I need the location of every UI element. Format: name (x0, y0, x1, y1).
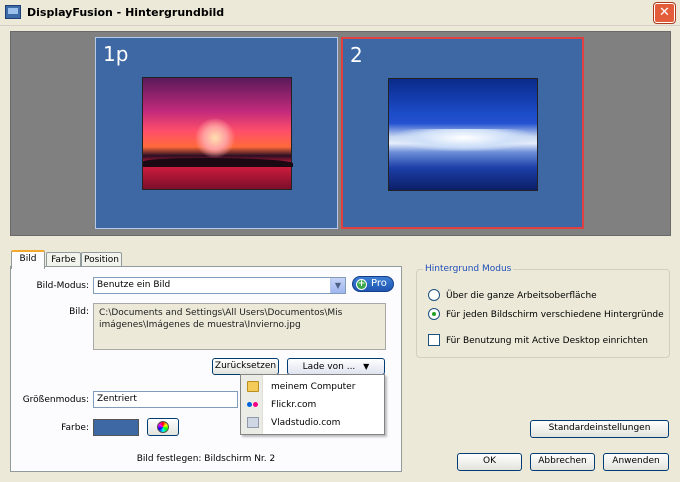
color-swatch[interactable] (93, 419, 139, 436)
radio-label-whole-desktop: Über die ganze Arbeitsoberfläche (446, 291, 597, 301)
monitor-label: 1p (103, 42, 129, 66)
size-mode-select[interactable]: Zentriert (93, 391, 238, 408)
hill-silhouette (143, 158, 293, 167)
menu-item-vladstudio[interactable]: Vladstudio.com (241, 414, 384, 432)
size-mode-value: Zentriert (97, 394, 137, 404)
monitor-label: 2 (350, 43, 363, 67)
image-mode-label: Bild-Modus: (36, 281, 89, 291)
chevron-down-icon: ▼ (363, 362, 370, 371)
image-mode-select[interactable]: Benutze ein Bild ▼ (93, 277, 346, 294)
image-path-field: C:\Documents and Settings\All Users\Docu… (93, 303, 386, 350)
image-path-label: Bild: (69, 307, 89, 317)
monitor-1[interactable]: 1p (95, 37, 338, 229)
menu-item-label: Flickr.com (271, 400, 317, 410)
plus-icon: + (356, 279, 367, 290)
frost-trees (395, 129, 533, 151)
color-wheel-icon (157, 421, 169, 433)
close-button[interactable]: ✕ (654, 3, 675, 23)
radio-per-monitor[interactable] (428, 308, 440, 320)
app-icon (5, 5, 21, 19)
color-picker-button[interactable] (147, 418, 179, 436)
defaults-button[interactable]: Standardeinstellungen (530, 420, 669, 438)
active-desktop-checkbox[interactable] (428, 334, 440, 346)
radio-label-per-monitor: Für jeden Bildschirm verschiedene Hinter… (446, 310, 664, 320)
cancel-button[interactable]: Abbrechen (530, 453, 595, 471)
reset-button[interactable]: Zurücksetzen (212, 358, 279, 375)
flickr-icon (247, 399, 259, 410)
load-from-label: Lade von ... (302, 362, 356, 372)
monitor-2[interactable]: 2 (341, 37, 584, 229)
window-title: DisplayFusion - Hintergrundbild (27, 6, 225, 19)
load-from-button[interactable]: Lade von ... ▼ (287, 358, 385, 375)
status-text: Bild festlegen: Bildschirm Nr. 2 (136, 454, 276, 464)
chevron-down-icon: ▼ (330, 278, 345, 293)
menu-item-label: Vladstudio.com (271, 418, 341, 428)
wallpaper-thumbnail-winter (388, 78, 538, 191)
color-label: Farbe: (61, 423, 89, 433)
size-mode-label: Größenmodus: (22, 395, 89, 405)
menu-item-flickr[interactable]: Flickr.com (241, 396, 384, 414)
folder-icon (247, 381, 259, 392)
monitor-preview: 1p 2 (10, 31, 671, 236)
radio-whole-desktop[interactable] (428, 289, 440, 301)
wallpaper-thumbnail-sunset (142, 77, 293, 190)
image-mode-value: Benutze ein Bild (97, 280, 171, 290)
pro-button[interactable]: + Pro (352, 276, 394, 292)
menu-item-my-computer[interactable]: meinem Computer (241, 378, 384, 396)
menu-item-label: meinem Computer (271, 382, 356, 392)
apply-button[interactable]: Anwenden (603, 453, 669, 471)
load-from-menu: meinem Computer Flickr.com Vladstudio.co… (240, 374, 385, 435)
ok-button[interactable]: OK (457, 453, 522, 471)
tab-bild[interactable]: Bild (11, 250, 45, 269)
sun-glow (195, 118, 235, 158)
pro-label: Pro (371, 278, 387, 289)
title-bar: DisplayFusion - Hintergrundbild ✕ (0, 0, 680, 26)
group-title: Hintergrund Modus (423, 264, 514, 274)
checkbox-label-active-desktop: Für Benutzung mit Active Desktop einrich… (446, 336, 649, 346)
vladstudio-icon (247, 417, 259, 428)
